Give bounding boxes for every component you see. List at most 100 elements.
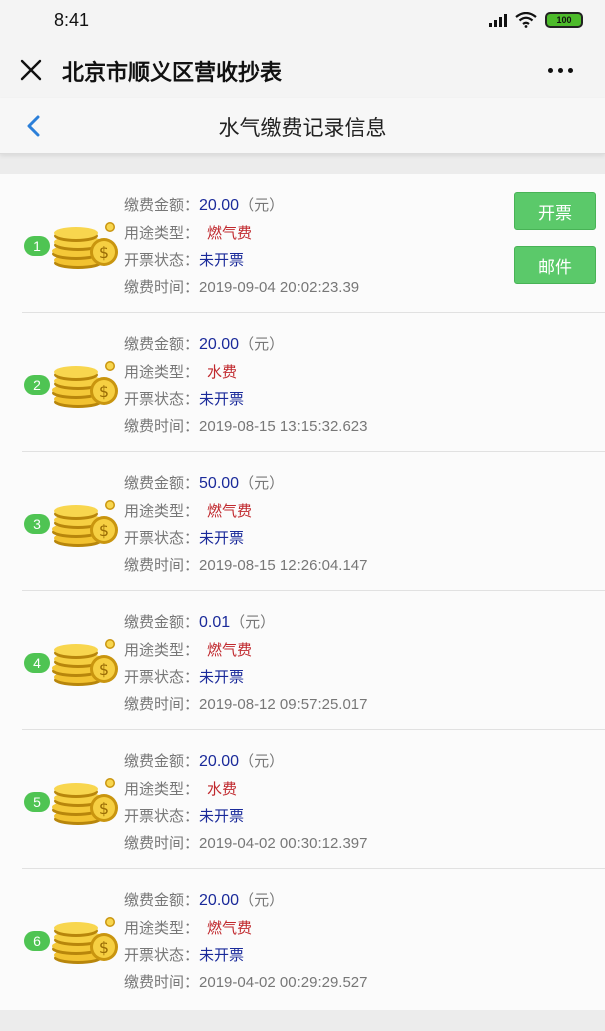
wifi-icon (515, 12, 537, 28)
mail-button[interactable]: 邮件 (514, 246, 596, 284)
back-icon[interactable] (22, 114, 46, 138)
more-icon[interactable] (548, 68, 573, 73)
amount-unit: （元） (239, 196, 285, 214)
amount-unit: （元） (239, 891, 285, 909)
title-bar: 北京市顺义区营收抄表 (0, 42, 605, 98)
battery-icon: 100 (545, 12, 583, 28)
record-index-badge: 4 (24, 653, 50, 673)
invoice-status-field: 开票状态：未开票 (124, 388, 244, 409)
invoice-status-value: 未开票 (199, 529, 245, 547)
amount-unit: （元） (239, 335, 285, 353)
time-value: 2019-08-15 12:26:04.147 (199, 557, 368, 574)
record-index-badge: 5 (24, 792, 50, 812)
amount-field: 缴费金额：20.00（元） (124, 889, 284, 910)
svg-text:$: $ (99, 521, 109, 540)
time-value: 2019-04-02 00:29:29.527 (199, 974, 368, 991)
type-value: 燃气费 (207, 919, 253, 937)
type-label: 用途类型： (124, 919, 200, 937)
invoice-status-value: 未开票 (199, 668, 245, 686)
svg-text:$: $ (99, 938, 109, 957)
coins-icon: $ (52, 917, 118, 964)
invoice-status-label: 开票状态： (124, 807, 200, 825)
invoice-status-label: 开票状态： (124, 251, 200, 269)
type-value: 燃气费 (207, 641, 253, 659)
amount-label: 缴费金额： (124, 891, 200, 909)
time-field: 缴费时间：2019-08-12 09:57:25.017 (124, 693, 368, 714)
invoice-status-label: 开票状态： (124, 946, 200, 964)
amount-label: 缴费金额： (124, 196, 200, 214)
invoice-status-field: 开票状态：未开票 (124, 249, 244, 270)
time-label: 缴费时间： (124, 973, 200, 991)
amount-field: 缴费金额：20.00（元） (124, 194, 284, 215)
type-field: 用途类型： 水费 (124, 778, 237, 799)
record-item: 2 $ 缴费金额：20.00（元） 用途类型： 水费 开票状态：未开票 缴费时间：… (0, 313, 605, 452)
time-field: 缴费时间：2019-08-15 13:15:32.623 (124, 415, 368, 436)
amount-label: 缴费金额： (124, 335, 200, 353)
type-field: 用途类型： 水费 (124, 361, 237, 382)
time-label: 缴费时间： (124, 556, 200, 574)
amount-value: 0.01 (199, 614, 231, 631)
amount-value: 20.00 (199, 197, 240, 214)
invoice-status-value: 未开票 (199, 251, 245, 269)
type-label: 用途类型： (124, 224, 200, 242)
time-label: 缴费时间： (124, 834, 200, 852)
page-header: 水气缴费记录信息 (0, 98, 605, 154)
record-item: 4 $ 缴费金额：0.01（元） 用途类型： 燃气费 开票状态：未开票 缴费时间：… (0, 591, 605, 730)
invoice-status-label: 开票状态： (124, 390, 200, 408)
type-value: 水费 (207, 363, 238, 381)
record-index-badge: 3 (24, 514, 50, 534)
type-label: 用途类型： (124, 502, 200, 520)
amount-label: 缴费金额： (124, 474, 200, 492)
time-value: 2019-09-04 20:02:23.39 (199, 279, 360, 296)
type-value: 燃气费 (207, 502, 253, 520)
amount-unit: （元） (230, 613, 276, 631)
app-title: 北京市顺义区营收抄表 (62, 61, 283, 86)
coins-icon: $ (52, 639, 118, 686)
invoice-status-field: 开票状态：未开票 (124, 527, 244, 548)
svg-text:$: $ (99, 243, 109, 262)
amount-field: 缴费金额：20.00（元） (124, 750, 284, 771)
svg-text:$: $ (99, 799, 109, 818)
signal-icon (489, 13, 507, 27)
amount-value: 20.00 (199, 336, 240, 353)
time-field: 缴费时间：2019-04-02 00:30:12.397 (124, 832, 368, 853)
type-label: 用途类型： (124, 641, 200, 659)
invoice-status-field: 开票状态：未开票 (124, 944, 244, 965)
amount-unit: （元） (239, 752, 285, 770)
type-label: 用途类型： (124, 363, 200, 381)
time-label: 缴费时间： (124, 417, 200, 435)
time-field: 缴费时间：2019-08-15 12:26:04.147 (124, 554, 368, 575)
time-field: 缴费时间：2019-04-02 00:29:29.527 (124, 971, 368, 992)
record-index-badge: 2 (24, 375, 50, 395)
time-value: 2019-04-02 00:30:12.397 (199, 835, 368, 852)
status-bar: 8:41 100 (0, 0, 605, 42)
type-field: 用途类型： 燃气费 (124, 639, 252, 660)
type-value: 燃气费 (207, 224, 253, 242)
invoice-status-value: 未开票 (199, 390, 245, 408)
svg-text:$: $ (99, 382, 109, 401)
invoice-button[interactable]: 开票 (514, 192, 596, 230)
record-index-badge: 6 (24, 931, 50, 951)
amount-field: 缴费金额：20.00（元） (124, 333, 284, 354)
amount-unit: （元） (239, 474, 285, 492)
type-label: 用途类型： (124, 780, 200, 798)
time-value: 2019-08-15 13:15:32.623 (199, 418, 368, 435)
coins-icon: $ (52, 222, 118, 269)
type-field: 用途类型： 燃气费 (124, 500, 252, 521)
type-value: 水费 (207, 780, 238, 798)
invoice-status-field: 开票状态：未开票 (124, 805, 244, 826)
amount-value: 20.00 (199, 753, 240, 770)
invoice-status-value: 未开票 (199, 807, 245, 825)
time-value: 2019-08-12 09:57:25.017 (199, 696, 368, 713)
invoice-status-field: 开票状态：未开票 (124, 666, 244, 687)
amount-label: 缴费金额： (124, 613, 200, 631)
close-icon[interactable] (18, 57, 44, 83)
record-item: 5 $ 缴费金额：20.00（元） 用途类型： 水费 开票状态：未开票 缴费时间：… (0, 730, 605, 869)
record-item: 6 $ 缴费金额：20.00（元） 用途类型： 燃气费 开票状态：未开票 缴费时间… (0, 869, 605, 1008)
amount-value: 50.00 (199, 475, 240, 492)
type-field: 用途类型： 燃气费 (124, 222, 252, 243)
coins-icon: $ (52, 778, 118, 825)
invoice-status-value: 未开票 (199, 946, 245, 964)
amount-value: 20.00 (199, 892, 240, 909)
invoice-status-label: 开票状态： (124, 668, 200, 686)
